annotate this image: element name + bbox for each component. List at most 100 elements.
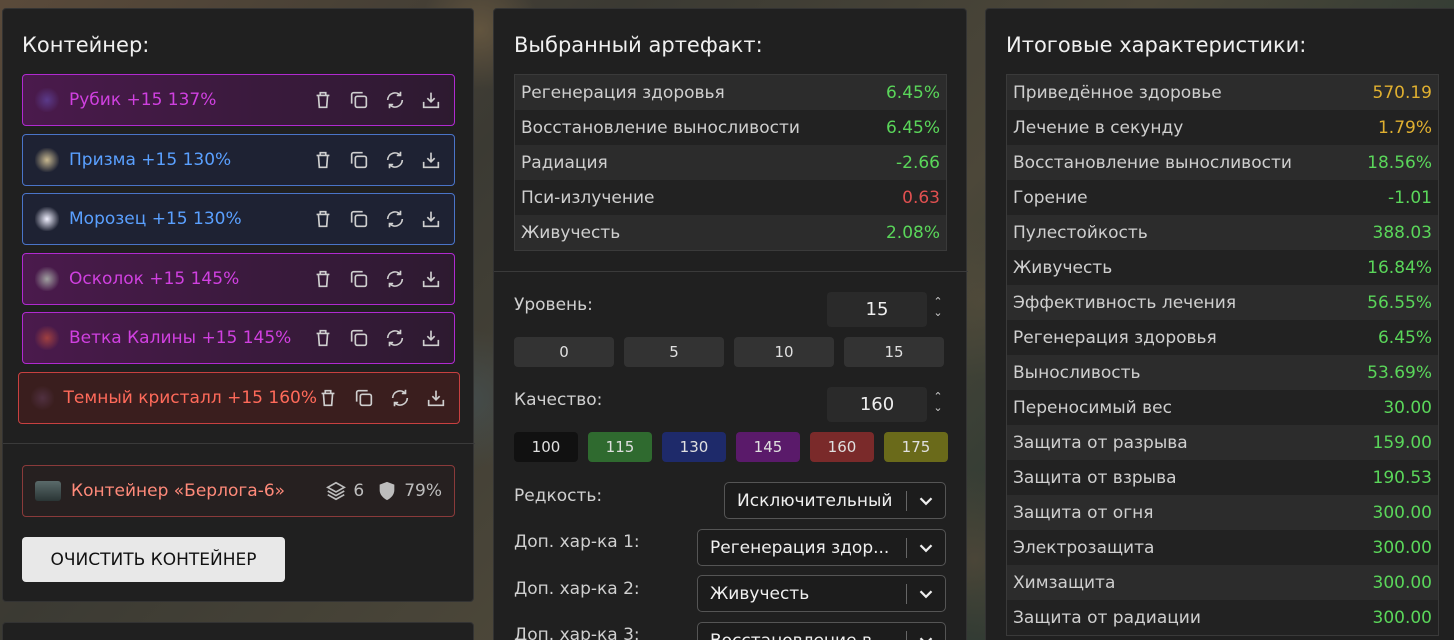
stat-row: Лечение в секунду 1.79% bbox=[1007, 110, 1438, 145]
extra2-select[interactable]: Живучесть bbox=[697, 575, 946, 612]
chevron-down-icon[interactable]: ⌄ bbox=[932, 307, 944, 318]
download-icon[interactable] bbox=[420, 149, 442, 171]
selected-artifact-title: Выбранный артефакт: bbox=[514, 33, 763, 57]
download-icon[interactable] bbox=[420, 208, 442, 230]
quality-preset-button[interactable]: 160 bbox=[810, 432, 874, 462]
stat-label: Эффективность лечения bbox=[1013, 292, 1237, 313]
artifact-item[interactable]: Темный кристалл +15 160% bbox=[18, 372, 460, 424]
stat-row: Приведённое здоровье 570.19 bbox=[1007, 75, 1438, 110]
chevron-down-icon[interactable] bbox=[915, 537, 937, 559]
container-panel: Контейнер: Рубик +15 137% Призма +15 130%… bbox=[2, 8, 475, 602]
copy-icon[interactable] bbox=[348, 149, 370, 171]
chevron-down-icon[interactable] bbox=[915, 583, 937, 605]
quality-label: Качество: bbox=[514, 390, 603, 410]
extra1-select[interactable]: Регенерация здор... bbox=[697, 529, 946, 566]
download-icon[interactable] bbox=[420, 327, 442, 349]
extra3-value: Восстановление в... bbox=[710, 631, 898, 640]
refresh-icon[interactable] bbox=[384, 208, 406, 230]
copy-icon[interactable] bbox=[348, 89, 370, 111]
copy-icon[interactable] bbox=[348, 208, 370, 230]
stat-label: Пулестойкость bbox=[1013, 222, 1148, 243]
artifact-icon bbox=[35, 148, 59, 172]
chevron-down-icon[interactable]: ⌄ bbox=[932, 402, 944, 413]
level-spinner[interactable]: ⌃ ⌄ bbox=[932, 296, 944, 318]
artifact-icon bbox=[35, 88, 59, 112]
stat-value: 6.45% bbox=[885, 117, 940, 138]
stat-value: 300.00 bbox=[1372, 537, 1432, 558]
stat-value: 2.08% bbox=[885, 222, 940, 243]
stat-row: Горение -1.01 bbox=[1007, 180, 1438, 215]
level-preset-button[interactable]: 15 bbox=[844, 337, 944, 367]
stat-label: Химзащита bbox=[1013, 572, 1116, 593]
quality-preset-button[interactable]: 115 bbox=[588, 432, 652, 462]
container-item[interactable]: Контейнер «Берлога-6» 6 79% bbox=[22, 465, 455, 517]
extra1-value: Регенерация здор... bbox=[710, 537, 890, 558]
stat-row: Восстановление выносливости 18.56% bbox=[1007, 145, 1438, 180]
artifact-stats-table: Регенерация здоровья 6.45% Восстановление … bbox=[514, 74, 947, 251]
level-preset-button[interactable]: 10 bbox=[734, 337, 834, 367]
download-icon[interactable] bbox=[420, 268, 442, 290]
artifact-name: Осколок +15 145% bbox=[69, 269, 240, 289]
trash-icon[interactable] bbox=[312, 149, 334, 171]
level-input[interactable]: 15 bbox=[827, 292, 927, 327]
copy-icon[interactable] bbox=[353, 387, 375, 409]
artifact-item[interactable]: Осколок +15 145% bbox=[22, 253, 455, 305]
download-icon[interactable] bbox=[425, 387, 447, 409]
shield-icon bbox=[379, 481, 395, 501]
copy-icon[interactable] bbox=[348, 268, 370, 290]
refresh-icon[interactable] bbox=[384, 327, 406, 349]
extra3-select[interactable]: Восстановление в... bbox=[697, 622, 946, 640]
artifact-item[interactable]: Призма +15 130% bbox=[22, 134, 455, 186]
lower-panel bbox=[2, 622, 474, 640]
stat-row: Регенерация здоровья 6.45% bbox=[515, 75, 946, 110]
divider bbox=[494, 271, 968, 272]
quality-preset-button[interactable]: 145 bbox=[736, 432, 800, 462]
select-separator bbox=[906, 630, 907, 640]
quality-preset-button[interactable]: 100 bbox=[514, 432, 578, 462]
artifact-icon bbox=[35, 207, 59, 231]
artifact-item[interactable]: Ветка Калины +15 145% bbox=[22, 312, 455, 364]
divider bbox=[3, 443, 475, 444]
quality-input[interactable]: 160 bbox=[827, 387, 927, 422]
quality-spinner[interactable]: ⌃ ⌄ bbox=[932, 391, 944, 413]
stat-value: 18.56% bbox=[1367, 152, 1432, 173]
layers-icon bbox=[326, 481, 347, 501]
stat-label: Восстановление выносливости bbox=[521, 117, 800, 138]
trash-icon[interactable] bbox=[312, 89, 334, 111]
download-icon[interactable] bbox=[420, 89, 442, 111]
artifact-item[interactable]: Морозец +15 130% bbox=[22, 193, 455, 245]
refresh-icon[interactable] bbox=[384, 89, 406, 111]
stat-label: Горение bbox=[1013, 187, 1088, 208]
stat-label: Защита от огня bbox=[1013, 502, 1154, 523]
stat-row: Регенерация здоровья 6.45% bbox=[1007, 320, 1438, 355]
trash-icon[interactable] bbox=[312, 208, 334, 230]
level-preset-button[interactable]: 5 bbox=[624, 337, 724, 367]
container-icon bbox=[35, 481, 61, 501]
artifact-item[interactable]: Рубик +15 137% bbox=[22, 74, 455, 126]
level-preset-button[interactable]: 0 bbox=[514, 337, 614, 367]
quality-preset-button[interactable]: 175 bbox=[884, 432, 948, 462]
artifact-icon bbox=[35, 326, 59, 350]
total-stats-title: Итоговые характеристики: bbox=[1006, 33, 1307, 57]
artifact-name: Призма +15 130% bbox=[69, 150, 232, 170]
container-name: Контейнер «Берлога-6» bbox=[71, 481, 286, 501]
stat-row: Защита от радиации 300.00 bbox=[1007, 600, 1438, 635]
refresh-icon[interactable] bbox=[384, 268, 406, 290]
stat-label: Выносливость bbox=[1013, 362, 1141, 383]
trash-icon[interactable] bbox=[312, 268, 334, 290]
extra1-label: Доп. хар-ка 1: bbox=[514, 532, 640, 552]
copy-icon[interactable] bbox=[348, 327, 370, 349]
chevron-down-icon[interactable] bbox=[915, 490, 937, 512]
quality-preset-button[interactable]: 130 bbox=[662, 432, 726, 462]
rarity-select[interactable]: Исключительный bbox=[724, 482, 946, 519]
refresh-icon[interactable] bbox=[389, 387, 411, 409]
container-slots: 6 bbox=[353, 481, 365, 501]
trash-icon[interactable] bbox=[312, 327, 334, 349]
trash-icon[interactable] bbox=[317, 387, 339, 409]
clear-container-button[interactable]: ОЧИСТИТЬ КОНТЕЙНЕР bbox=[22, 537, 285, 582]
stat-value: 53.69% bbox=[1367, 362, 1432, 383]
stat-value: 30.00 bbox=[1383, 397, 1432, 418]
refresh-icon[interactable] bbox=[384, 149, 406, 171]
chevron-down-icon[interactable] bbox=[915, 630, 937, 640]
stat-value: 159.00 bbox=[1372, 432, 1432, 453]
